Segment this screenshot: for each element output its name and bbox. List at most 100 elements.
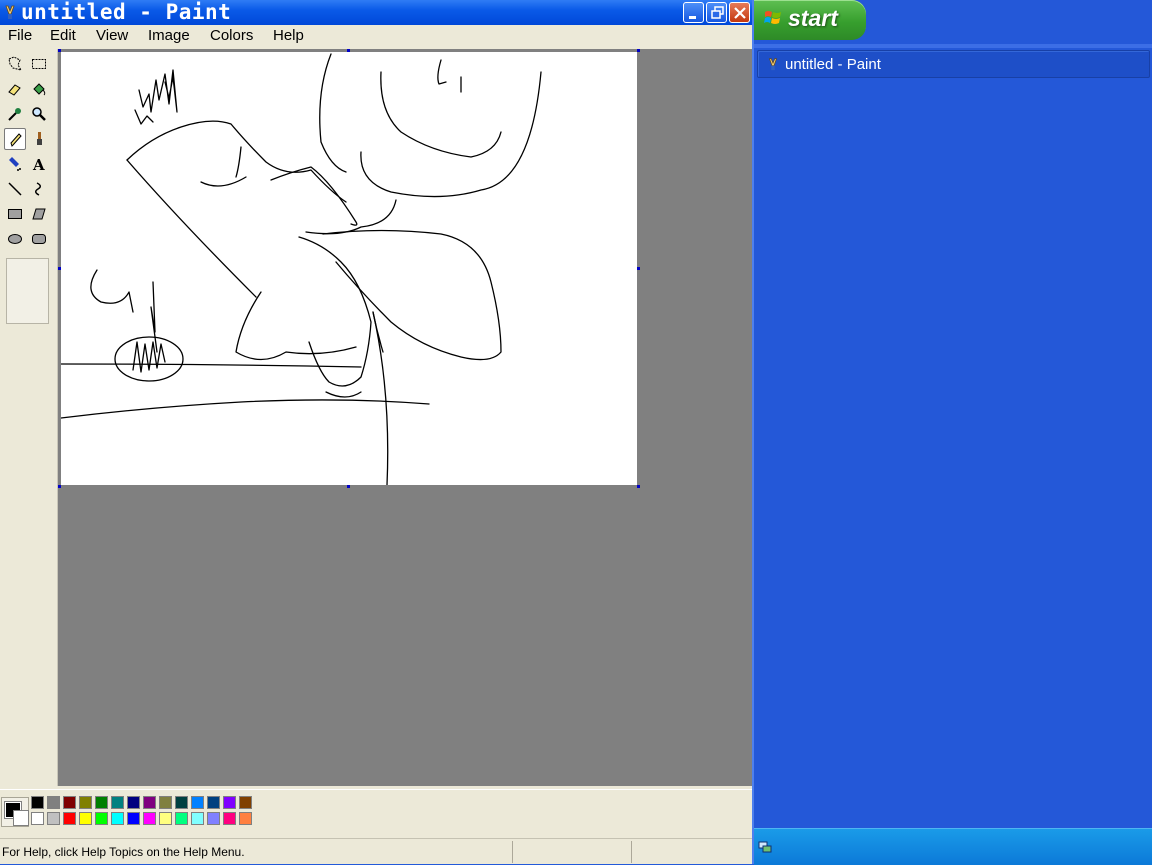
svg-text:A: A bbox=[32, 156, 45, 172]
palette-color-swatch[interactable] bbox=[127, 812, 140, 825]
palette-color-swatch[interactable] bbox=[63, 812, 76, 825]
airbrush-icon bbox=[9, 157, 21, 171]
palette-color-swatch[interactable] bbox=[143, 812, 156, 825]
polygon-icon bbox=[32, 208, 46, 220]
text-icon: A bbox=[32, 156, 45, 172]
palette-color-swatch[interactable] bbox=[47, 812, 60, 825]
resize-handle[interactable] bbox=[58, 485, 61, 488]
resize-handle[interactable] bbox=[58, 267, 61, 270]
free-form-select-icon bbox=[8, 56, 23, 71]
tool-options-box[interactable] bbox=[6, 258, 49, 324]
paint-app-icon bbox=[768, 58, 778, 71]
minimize-icon bbox=[689, 16, 696, 19]
restore-icon bbox=[711, 6, 724, 19]
palette-color-swatch[interactable] bbox=[95, 812, 108, 825]
restore-button[interactable] bbox=[706, 2, 727, 23]
select-tool[interactable] bbox=[28, 53, 50, 75]
palette-color-swatch[interactable] bbox=[31, 796, 44, 809]
palette-color-swatch[interactable] bbox=[95, 796, 108, 809]
eraser-tool[interactable] bbox=[4, 78, 26, 100]
palette-color-swatch[interactable] bbox=[127, 796, 140, 809]
curve-icon bbox=[35, 182, 41, 196]
start-button[interactable]: start bbox=[754, 0, 866, 40]
magnifier-tool[interactable] bbox=[28, 103, 50, 125]
menu-image[interactable]: Image bbox=[148, 27, 190, 45]
ellipse-tool[interactable] bbox=[4, 228, 26, 250]
palette-color-swatch[interactable] bbox=[239, 796, 252, 809]
windows-logo-icon bbox=[764, 11, 781, 24]
resize-handle[interactable] bbox=[347, 485, 350, 488]
palette-color-swatch[interactable] bbox=[159, 796, 172, 809]
toolbox: A bbox=[0, 49, 58, 786]
resize-handle[interactable] bbox=[637, 49, 640, 52]
text-tool[interactable]: A bbox=[28, 153, 50, 175]
taskbar: start untitled - Paint bbox=[752, 0, 1152, 865]
palette-color-swatch[interactable] bbox=[207, 812, 220, 825]
minimize-button[interactable] bbox=[683, 2, 704, 23]
palette-color-swatch[interactable] bbox=[223, 812, 236, 825]
status-bar: For Help, click Help Topics on the Help … bbox=[0, 838, 752, 864]
palette-color-swatch[interactable] bbox=[79, 812, 92, 825]
palette-color-swatch[interactable] bbox=[143, 796, 156, 809]
palette-color-swatch[interactable] bbox=[175, 812, 188, 825]
menu-view[interactable]: View bbox=[96, 27, 128, 45]
resize-handle[interactable] bbox=[637, 485, 640, 488]
menu-edit[interactable]: Edit bbox=[50, 27, 76, 45]
menu-file[interactable]: File bbox=[8, 27, 32, 45]
taskbar-item-label: untitled - Paint bbox=[785, 56, 881, 73]
palette-color-swatch[interactable] bbox=[175, 796, 188, 809]
ellipse-icon bbox=[8, 234, 22, 244]
palette-color-swatch[interactable] bbox=[111, 796, 124, 809]
airbrush-tool[interactable] bbox=[4, 153, 26, 175]
quick-launch-divider bbox=[754, 44, 1152, 48]
eraser-icon bbox=[8, 84, 21, 96]
select-icon bbox=[32, 59, 46, 69]
palette-color-swatch[interactable] bbox=[191, 796, 204, 809]
rectangle-tool[interactable] bbox=[4, 203, 26, 225]
title-bar[interactable]: untitled - Paint bbox=[0, 0, 752, 25]
current-colors bbox=[1, 797, 29, 827]
pick-color-icon bbox=[8, 108, 21, 121]
fill-tool[interactable] bbox=[28, 78, 50, 100]
canvas-area[interactable] bbox=[58, 49, 752, 786]
magnifier-icon bbox=[32, 107, 46, 121]
menu-bar: File Edit View Image Colors Help bbox=[0, 25, 752, 47]
drawing-canvas[interactable] bbox=[58, 49, 640, 488]
network-icon[interactable] bbox=[758, 840, 772, 854]
palette-color-swatch[interactable] bbox=[47, 796, 60, 809]
resize-handle[interactable] bbox=[347, 49, 350, 52]
rounded-rectangle-icon bbox=[32, 234, 46, 244]
polygon-tool[interactable] bbox=[28, 203, 50, 225]
palette-color-swatch[interactable] bbox=[111, 812, 124, 825]
taskbar-item-paint[interactable]: untitled - Paint bbox=[757, 50, 1150, 78]
color-palette bbox=[31, 796, 255, 828]
menu-help[interactable]: Help bbox=[273, 27, 304, 45]
palette-color-swatch[interactable] bbox=[31, 812, 44, 825]
palette-color-swatch[interactable] bbox=[191, 812, 204, 825]
close-icon bbox=[734, 7, 746, 19]
close-button[interactable] bbox=[729, 2, 750, 23]
rectangle-icon bbox=[8, 209, 22, 219]
color-box bbox=[0, 789, 752, 836]
resize-handle[interactable] bbox=[58, 49, 61, 52]
resize-handle[interactable] bbox=[637, 267, 640, 270]
free-form-select-tool[interactable] bbox=[4, 53, 26, 75]
curve-tool[interactable] bbox=[28, 178, 50, 200]
palette-color-swatch[interactable] bbox=[207, 796, 220, 809]
palette-color-swatch[interactable] bbox=[63, 796, 76, 809]
brush-tool[interactable] bbox=[28, 128, 50, 150]
pencil-tool[interactable] bbox=[4, 128, 26, 150]
rounded-rectangle-tool[interactable] bbox=[28, 228, 50, 250]
pick-color-tool[interactable] bbox=[4, 103, 26, 125]
paint-window: untitled - Paint File Edit View Image Co… bbox=[0, 0, 752, 864]
palette-color-swatch[interactable] bbox=[79, 796, 92, 809]
start-label: start bbox=[788, 5, 838, 31]
brush-icon bbox=[37, 132, 42, 145]
paint-app-icon bbox=[5, 5, 15, 19]
palette-color-swatch[interactable] bbox=[159, 812, 172, 825]
menu-colors[interactable]: Colors bbox=[210, 27, 253, 45]
palette-color-swatch[interactable] bbox=[239, 812, 252, 825]
window-title: untitled - Paint bbox=[21, 0, 232, 24]
palette-color-swatch[interactable] bbox=[223, 796, 236, 809]
line-tool[interactable] bbox=[4, 178, 26, 200]
